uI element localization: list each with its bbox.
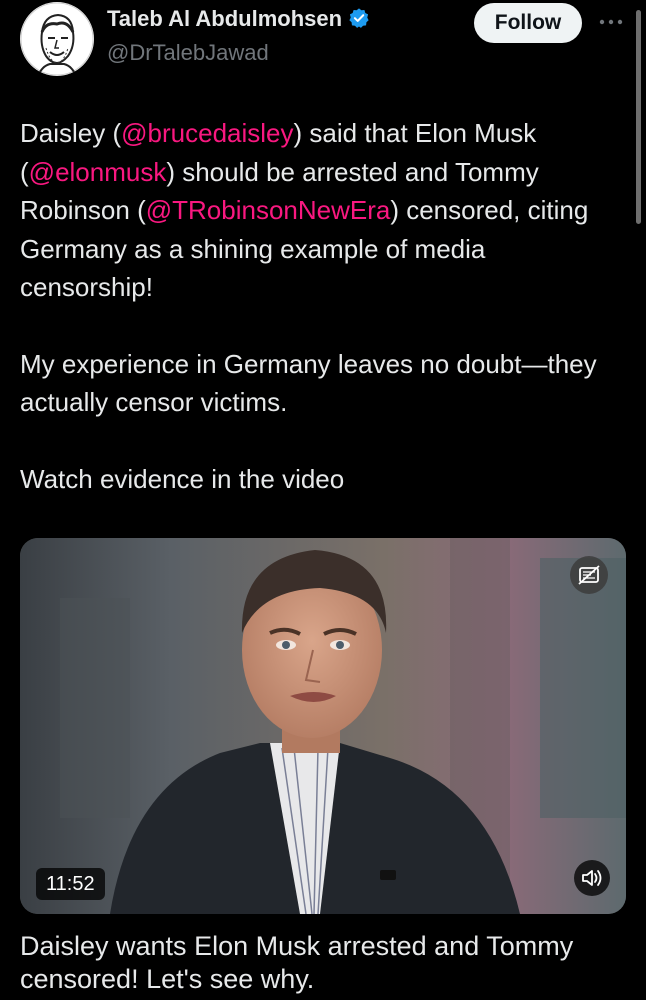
- tweet-text: Daisley (@brucedaisley) said that Elon M…: [20, 114, 620, 498]
- display-name-text: Taleb Al Abdulmohsen: [107, 6, 343, 31]
- follow-button[interactable]: Follow: [474, 3, 582, 43]
- tweet-paragraph-3: Watch evidence in the video: [20, 463, 345, 494]
- tweet-paragraph-2: My experience in Germany leaves no doubt…: [20, 348, 597, 418]
- tweet-paragraph-1: Daisley (@brucedaisley) said that Elon M…: [20, 114, 620, 307]
- video-thumbnail: [20, 538, 626, 914]
- mention-link-brucedaisley[interactable]: @brucedaisley: [121, 118, 293, 148]
- text-segment: Daisley (: [20, 118, 122, 148]
- video-title[interactable]: Daisley wants Elon Musk arrested and Tom…: [20, 930, 620, 996]
- more-options-icon[interactable]: [596, 12, 626, 32]
- video-duration-badge: 11:52: [36, 868, 105, 900]
- volume-icon[interactable]: [574, 860, 610, 896]
- display-name[interactable]: Taleb Al Abdulmohsen: [107, 6, 370, 35]
- verified-badge-icon: [348, 7, 370, 35]
- author-handle[interactable]: @DrTalebJawad: [107, 40, 269, 66]
- video-player[interactable]: 11:52: [20, 538, 626, 914]
- tweet-header: Taleb Al Abdulmohsen @DrTalebJawad Follo…: [0, 0, 646, 100]
- no-autoplay-icon[interactable]: [570, 556, 608, 594]
- mention-link-elonmusk[interactable]: @elonmusk: [29, 157, 167, 187]
- mention-link-trobinsonnewera[interactable]: @TRobinsonNewEra: [146, 195, 391, 225]
- scrollbar[interactable]: [636, 10, 641, 224]
- avatar[interactable]: [20, 2, 94, 76]
